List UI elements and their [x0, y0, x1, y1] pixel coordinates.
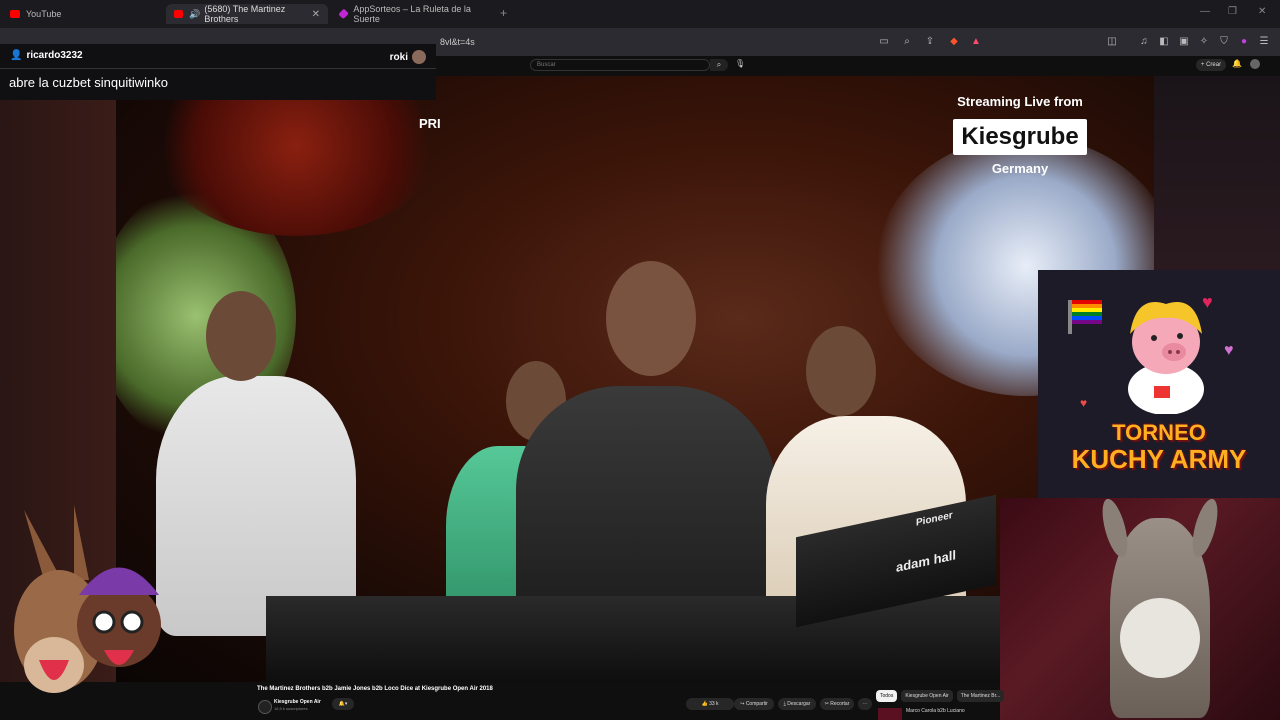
chat-right-user: roki [390, 50, 426, 64]
channel-subs: 16,9 k suscriptores [274, 706, 308, 711]
streaming-text: Streaming Live from [957, 94, 1083, 109]
user-icon: 👤 [10, 50, 23, 61]
youtube-icon [174, 10, 184, 18]
sidebar-icon[interactable]: ◫ [1106, 36, 1118, 48]
torneo-title: TORNEO [1112, 420, 1206, 445]
download-button[interactable]: ⤓ Descargar [778, 698, 816, 710]
related-chips: Todos Kiesgrube Open Air The Martinez Br… [876, 690, 1005, 702]
appsorteos-icon [338, 8, 350, 20]
mask-muzzle [1120, 598, 1200, 678]
clip-button[interactable]: ✂ Recortar [820, 698, 854, 710]
right-username: roki [389, 51, 408, 63]
channel-name[interactable]: Kiesgrube Open Air [274, 699, 321, 705]
close-icon[interactable]: ✕ [312, 9, 320, 20]
channel-avatar[interactable] [258, 700, 272, 714]
webcam-feed [1000, 496, 1280, 720]
notifications-icon[interactable]: 🔔 [1232, 59, 1242, 68]
video-title: The Martinez Brothers b2b Jamie Jones b2… [257, 686, 493, 692]
share-button[interactable]: ↪ Compartir [734, 698, 774, 710]
more-actions-icon[interactable]: ⋯ [858, 698, 872, 710]
chip-martinez[interactable]: The Martinez Br... [956, 690, 1005, 702]
tab-label: (5680) The Martinez Brothers [204, 4, 286, 24]
music-icon[interactable]: ♫ [1138, 36, 1150, 48]
window-close-icon[interactable]: ✕ [1258, 6, 1266, 17]
like-button[interactable]: 👍 33 k [686, 698, 734, 710]
head [206, 291, 276, 381]
cast-icon[interactable]: ▭ [878, 36, 890, 48]
thumbs-up-icon: 👍 [701, 701, 708, 707]
brave-shield-icon[interactable]: ◆ [948, 36, 960, 48]
vpn-icon[interactable]: ⛉ [1218, 36, 1230, 48]
pioneer-label: Pioneer [916, 509, 953, 529]
right-background [1154, 76, 1280, 272]
wallet-icon[interactable]: ▣ [1178, 36, 1190, 48]
url-text[interactable]: 8vl&t=4s [440, 37, 475, 47]
donkey-mascot-icon [14, 505, 161, 693]
head [606, 261, 696, 376]
country-text: Germany [991, 161, 1049, 176]
heart-icon: ♥ [1080, 396, 1088, 410]
chip-kiesgrube[interactable]: Kiesgrube Open Air [901, 690, 953, 702]
heart-icon: ♥ [1224, 342, 1234, 359]
share-icon[interactable]: ⇪ [924, 36, 936, 48]
kiesgrube-logo: Kiesgrube [953, 119, 1087, 155]
zoom-icon[interactable]: ⌕ [901, 36, 913, 48]
extension-icon[interactable]: ● [1238, 36, 1250, 48]
share-icon: ↪ [740, 701, 745, 707]
mic-icon[interactable]: 🎙 [735, 59, 745, 68]
ear [1187, 496, 1223, 560]
tab-appsorteos[interactable]: AppSorteos – La Ruleta de la Suerte [332, 4, 496, 24]
divider [0, 68, 436, 69]
avatar[interactable] [1250, 59, 1260, 69]
heart-icon: ♥ [1202, 292, 1213, 312]
chat-message: abre la cuzbet sinquitiwinko [9, 75, 168, 90]
tab-bar: YouTube 🔊 (5680) The Martinez Brothers ✕… [0, 0, 1280, 28]
tab-youtube[interactable]: YouTube [2, 4, 162, 24]
new-tab-icon[interactable]: + [500, 6, 507, 20]
minimize-icon[interactable]: — [1200, 6, 1210, 17]
download-icon: ⤓ [783, 701, 786, 707]
pr-badge: PRI [419, 116, 441, 131]
subscribe-button[interactable]: 🔔▾ [332, 698, 354, 710]
split-view-icon[interactable]: ◧ [1158, 36, 1170, 48]
adam-hall-label: adam hall [896, 547, 956, 575]
menu-icon[interactable]: ☰ [1258, 36, 1270, 48]
chat-username: 👤 ricardo3232 [10, 50, 83, 61]
rainbow-flag-icon [1068, 300, 1102, 334]
tab-label: AppSorteos – La Ruleta de la Suerte [353, 4, 471, 24]
restore-icon[interactable]: ❐ [1228, 6, 1237, 17]
related-thumbnail[interactable] [878, 708, 902, 720]
chip-all[interactable]: Todos [876, 690, 898, 702]
scissors-icon: ✂ [824, 701, 829, 707]
video-player[interactable]: Pioneer adam hall PRI Streaming Live fro… [116, 76, 1154, 682]
torneo-overlay: ♥ ♥ ♥ TORNEO KUCHY ARMY [1038, 270, 1280, 508]
ai-icon[interactable]: ✧ [1198, 36, 1210, 48]
youtube-icon [10, 10, 20, 18]
pig-mascot-icon [1128, 302, 1204, 414]
avatar [412, 50, 426, 64]
dj-mixer [266, 596, 1016, 682]
brave-rewards-icon[interactable]: ▲ [970, 36, 982, 48]
search-icon[interactable]: ⌕ [710, 59, 728, 71]
tab-martinez[interactable]: 🔊 (5680) The Martinez Brothers ✕ [166, 4, 328, 24]
create-button[interactable]: + Crear [1196, 59, 1226, 71]
tab-label: YouTube [26, 9, 62, 19]
streaming-overlay: Streaming Live from Kiesgrube Germany [920, 94, 1120, 176]
search-input[interactable]: Buscar [530, 59, 710, 71]
related-title[interactable]: Marco Carola b2b Luciano [906, 708, 965, 714]
chat-overlay: 👤 ricardo3232 roki abre la cuzbet sinquit… [0, 44, 436, 100]
head [806, 326, 876, 416]
kuchy-army-title: KUCHY ARMY [1071, 444, 1247, 474]
speaker-icon: 🔊 [189, 8, 201, 19]
